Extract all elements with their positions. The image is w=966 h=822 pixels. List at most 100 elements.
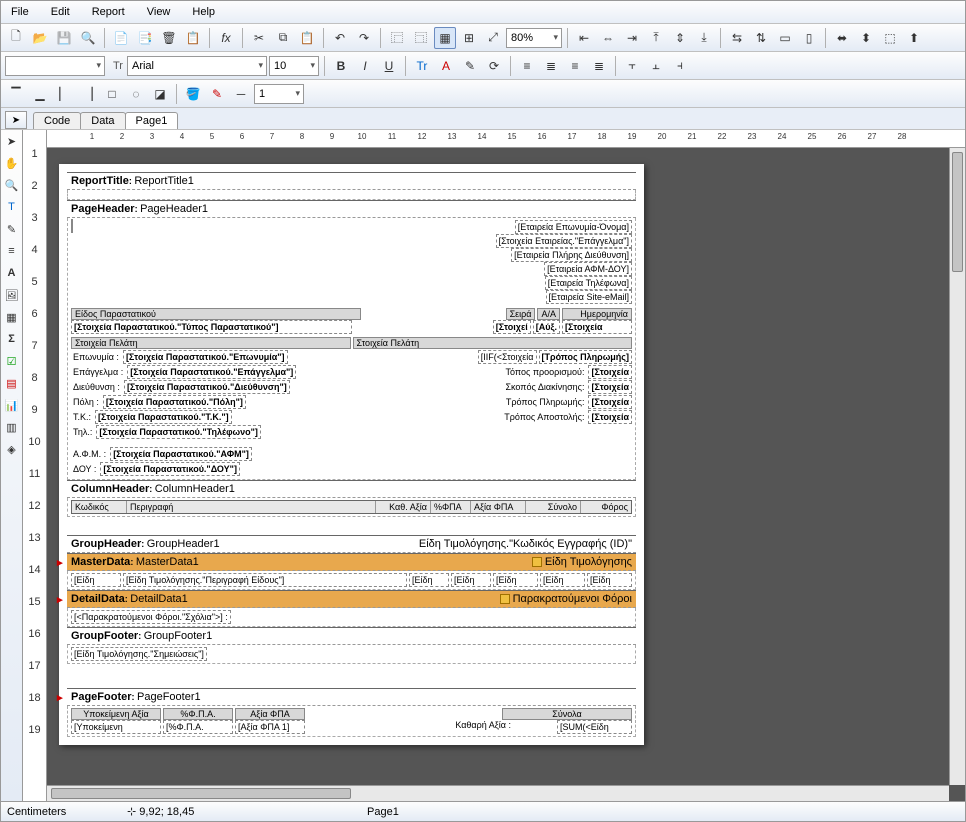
company-address-field[interactable]: [Εταιρεία Πλήρης Διεύθυνση] <box>511 248 632 262</box>
col-tax[interactable]: Φόρος <box>581 501 631 513</box>
doc-aa-field[interactable]: [Αύξ. <box>533 320 560 334</box>
align-right-icon[interactable]: ≡ <box>564 55 586 77</box>
col-net[interactable]: Καθ. Αξία <box>376 501 431 513</box>
subreport-tool-icon[interactable]: ▦ <box>3 308 21 326</box>
ole-tool-icon[interactable]: ◈ <box>3 440 21 458</box>
snap-icon[interactable]: ⊞ <box>458 27 480 49</box>
valign-middle-icon[interactable]: ⫠ <box>645 55 667 77</box>
hand-tool-icon[interactable]: ✋ <box>3 154 21 172</box>
style-combo[interactable] <box>5 56 105 76</box>
menu-file[interactable]: File <box>7 4 33 20</box>
band-reporttitle-label[interactable]: ReportTitle: ReportTitle1 <box>67 172 636 190</box>
doc-date-label[interactable]: Ημερομηνία <box>562 308 632 320</box>
md-f6[interactable]: [Είδη <box>540 573 585 587</box>
valign-top-icon[interactable]: ⫟ <box>621 55 643 77</box>
col-total[interactable]: Σύνολο <box>526 501 581 513</box>
tab-data[interactable]: Data <box>80 112 125 129</box>
copy-icon[interactable]: ⧉ <box>272 27 294 49</box>
band-detaildata-body[interactable]: [<Παρακρατούμενοι Φόροι."Σχόλια">] : <box>67 608 636 627</box>
band-pageheader-body[interactable]: [Εταιρεία Επωνυμία-Όνομα] [Στοιχεία Εται… <box>67 218 636 480</box>
select-tool-icon[interactable]: ➤ <box>3 132 21 150</box>
pay-field[interactable]: [Στοιχεία <box>588 395 632 409</box>
fontsize-combo[interactable]: 10 <box>269 56 319 76</box>
client-tk-field[interactable]: [Στοιχεία Παραστατικού."T.K."] <box>95 410 232 424</box>
center-page-h-icon[interactable]: ▭ <box>774 27 796 49</box>
text-tool-icon[interactable]: T <box>3 198 21 216</box>
band-columnheader-label[interactable]: ColumnHeader: ColumnHeader1 <box>67 480 636 498</box>
align-right-edge-icon[interactable]: ⇥ <box>621 27 643 49</box>
band-masterdata-label[interactable]: ▸ MasterData: MasterData1 Είδη Τιμολόγησ… <box>67 553 636 571</box>
redo-icon[interactable]: ↷ <box>353 27 375 49</box>
pf-v5[interactable]: [SUM(<Είδη <box>557 720 632 734</box>
band-columnheader-body[interactable]: Κωδικός Περιγραφή Καθ. Αξία %ΦΠΑ Αξία ΦΠ… <box>67 498 636 517</box>
band-pagefooter-body[interactable]: Υποκείμενη Αξία %Φ.Π.Α. Αξία ΦΠΑ Σύνολα … <box>67 706 636 737</box>
same-size-icon[interactable]: ⬚ <box>879 27 901 49</box>
band-pagefooter-label[interactable]: ▸ PageFooter: PageFooter1 <box>67 688 636 706</box>
cut-icon[interactable]: ✂ <box>248 27 270 49</box>
center-page-v-icon[interactable]: ▯ <box>798 27 820 49</box>
horizontal-scrollbar[interactable] <box>47 785 949 801</box>
band-detaildata-label[interactable]: ▸ DetailData: DetailData1 Παρακρατούμενο… <box>67 590 636 608</box>
doc-series-label[interactable]: Σειρά <box>506 308 536 320</box>
band-pageheader-label[interactable]: PageHeader: PageHeader1 <box>67 200 636 218</box>
align-left-edge-icon[interactable]: ⇤ <box>573 27 595 49</box>
md-f7[interactable]: [Είδη <box>587 573 632 587</box>
align-bottom-edge-icon[interactable]: ⤓ <box>693 27 715 49</box>
md-f5[interactable]: [Είδη <box>493 573 538 587</box>
frame-top-icon[interactable]: ▔ <box>5 83 27 105</box>
menu-edit[interactable]: Edit <box>47 4 74 20</box>
tab-page1[interactable]: Page1 <box>125 112 179 129</box>
company-tel-field[interactable]: [Εταιρεία Τηλέφωνα] <box>545 276 632 290</box>
memo-tool-icon[interactable]: A <box>3 264 21 282</box>
client-addr-field[interactable]: [Στοιχεία Παραστατικού."Διεύθυνση"] <box>124 380 290 394</box>
space-v-icon[interactable]: ⇅ <box>750 27 772 49</box>
vertical-scrollbar[interactable] <box>949 148 965 785</box>
rotate-icon[interactable]: ⟳ <box>483 55 505 77</box>
align-left-icon[interactable]: ≡ <box>516 55 538 77</box>
band-groupfooter-body[interactable]: [Είδη Τιμολόγησης."Σημειώσεις"] <box>67 645 636 664</box>
align-center-h-icon[interactable]: ⇔ <box>597 27 619 49</box>
group-icon[interactable]: ⿸ <box>386 27 408 49</box>
frame-shadow-icon[interactable]: ◪ <box>149 83 171 105</box>
fx-icon[interactable]: fx <box>215 27 237 49</box>
fill-color-icon[interactable]: 🪣 <box>182 83 204 105</box>
company-site-field[interactable]: [Εταιρεία Site-eMail] <box>546 290 632 304</box>
line-width-spin[interactable]: 1 <box>254 84 304 104</box>
move-field[interactable]: [Στοιχεία <box>588 380 632 394</box>
frame-none-icon[interactable]: ◌ <box>125 83 147 105</box>
grid-icon[interactable]: ▦ <box>434 27 456 49</box>
picture-tool-icon[interactable]: 🖼 <box>3 286 21 304</box>
frame-all-icon[interactable]: □ <box>101 83 123 105</box>
bring-front-icon[interactable]: ⬆ <box>903 27 925 49</box>
client-job-field[interactable]: [Στοιχεία Παραστατικού."Επάγγελμα"] <box>127 365 296 379</box>
client-doy-field[interactable]: [Στοιχεία Παραστατικού."ΔΟΥ"] <box>100 462 240 476</box>
page-delete-icon[interactable]: 🗑 <box>158 27 180 49</box>
band-groupheader-label[interactable]: GroupHeader: GroupHeader1 Είδη Τιμολόγησ… <box>67 535 636 553</box>
same-height-icon[interactable]: ⬍ <box>855 27 877 49</box>
menu-help[interactable]: Help <box>188 4 219 20</box>
band-reporttitle-body[interactable] <box>67 190 636 200</box>
pf-v3[interactable]: [Αξία ΦΠΑ 1] <box>235 720 305 734</box>
sysmemo-tool-icon[interactable]: Σ <box>3 330 21 348</box>
same-width-icon[interactable]: ⬌ <box>831 27 853 49</box>
font-combo[interactable]: Arial <box>127 56 267 76</box>
client-iif-field[interactable]: [IIF(<Στοιχεία <box>478 350 537 364</box>
doc-date-field[interactable]: [Στοιχεία <box>562 320 632 334</box>
new-icon[interactable]: 🗋 <box>5 27 27 49</box>
line-style-icon[interactable]: ─ <box>230 83 252 105</box>
undo-icon[interactable]: ↶ <box>329 27 351 49</box>
band-groupfooter-label[interactable]: GroupFooter: GroupFooter1 <box>67 627 636 645</box>
col-vat[interactable]: Αξία ΦΠΑ <box>471 501 526 513</box>
md-f2[interactable]: [Είδη Τιμολόγησης."Περιγραφή Είδους"] <box>123 573 407 587</box>
align-middle-icon[interactable]: ⇕ <box>669 27 691 49</box>
col-vatpct[interactable]: %ΦΠΑ <box>431 501 471 513</box>
pf-h4[interactable]: Σύνολα <box>502 708 632 720</box>
gf-field[interactable]: [Είδη Τιμολόγησης."Σημειώσεις"] <box>71 647 207 661</box>
underline-icon[interactable]: U <box>378 55 400 77</box>
pf-h2[interactable]: %Φ.Π.Α. <box>163 708 233 720</box>
open-icon[interactable]: 📂 <box>29 27 51 49</box>
rich-tool-icon[interactable]: ▤ <box>3 374 21 392</box>
font-settings-icon[interactable]: Tr <box>411 55 433 77</box>
md-f1[interactable]: [Είδη <box>71 573 121 587</box>
space-h-icon[interactable]: ⇆ <box>726 27 748 49</box>
